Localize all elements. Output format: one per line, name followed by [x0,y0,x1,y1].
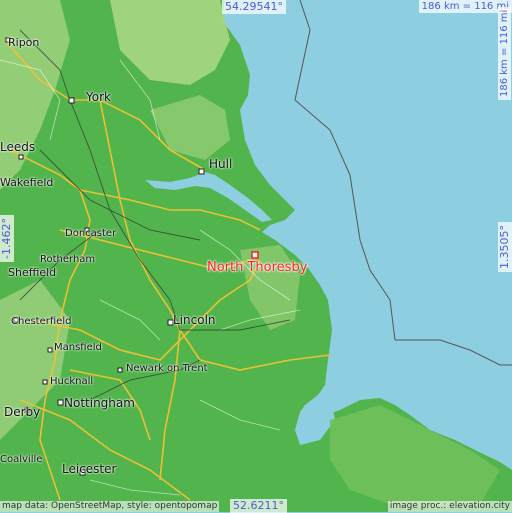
city-label-derby[interactable]: Derby [4,405,40,419]
scale-right-label: 186 km = 116 mi [498,6,511,100]
coord-left-label: -1.462° [0,215,14,262]
city-label-chesterfield[interactable]: Chesterfield [11,316,71,327]
city-label-hull[interactable]: Hull [209,157,232,171]
highlight-place-label[interactable]: North Thoresby [207,260,307,275]
city-label-nottingham[interactable]: Nottingham [64,396,135,410]
city-label-hucknall[interactable]: Hucknall [50,376,93,387]
city-label-wakefield[interactable]: Wakefield [0,176,53,189]
city-label-mansfield[interactable]: Mansfield [54,342,102,353]
city-label-newark[interactable]: Newark on Trent [126,363,208,374]
coord-right-label: 1.3505° [498,222,512,272]
city-label-coalville[interactable]: Coalville [0,454,42,465]
coord-bottom-label: 52.6211° [230,499,287,513]
city-label-york[interactable]: York [86,90,111,104]
map-attribution: map data: OpenStreetMap, style: opentopo… [0,501,220,512]
highlight-marker[interactable] [251,251,259,259]
city-label-ripon[interactable]: Ripon [8,36,39,49]
city-label-sheffield[interactable]: Sheffield [8,266,56,279]
city-label-leicester[interactable]: Leicester [62,462,116,476]
city-label-rotherham[interactable]: Rotherham [40,254,95,265]
coord-top-label: 54.29541° [222,0,286,14]
city-label-leeds[interactable]: Leeds [0,140,35,154]
city-label-lincoln[interactable]: Lincoln [173,313,216,327]
image-credit: image proc.: elevation.city [387,501,512,512]
city-label-doncaster[interactable]: Doncaster [65,228,116,239]
